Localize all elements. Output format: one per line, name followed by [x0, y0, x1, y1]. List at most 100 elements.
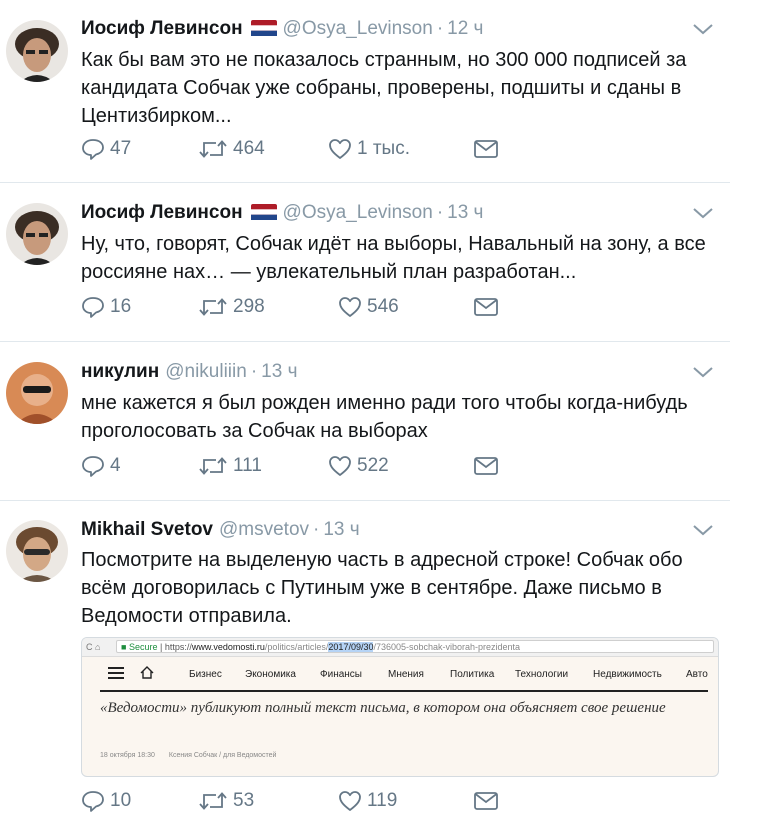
avatar[interactable]: [6, 520, 68, 582]
menu-item: Политика: [450, 669, 495, 680]
chevron-down-icon[interactable]: [692, 523, 714, 537]
article-time: 18:30: [137, 752, 155, 759]
netherlands-flag-icon: [250, 20, 277, 36]
url-field: ■ Secure | https://www.vedomosti.ru/poli…: [116, 640, 714, 653]
separator-dot: ·: [436, 202, 444, 223]
chevron-down-icon[interactable]: [692, 22, 714, 36]
retweet-icon: [199, 140, 227, 158]
avatar[interactable]: [6, 362, 68, 424]
reply-count: 47: [110, 138, 132, 159]
reply-button[interactable]: 47: [81, 134, 131, 164]
menu-item: Недвижимость: [593, 669, 662, 680]
like-count: 119: [367, 790, 398, 811]
tweet-1[interactable]: Иосиф Левинсон @Osya_Levinson · 12 ч Как бы…: [0, 0, 768, 182]
tweet-time[interactable]: 13 ч: [323, 519, 359, 540]
author-name[interactable]: Иосиф Левинсон: [81, 18, 243, 39]
tweet-time[interactable]: 12 ч: [447, 18, 483, 39]
like-button[interactable]: 546: [338, 292, 399, 322]
reply-icon: [82, 139, 104, 160]
author-name[interactable]: Mikhail Svetov: [81, 519, 213, 540]
retweet-count: 298: [233, 296, 265, 317]
retweet-button[interactable]: 111: [198, 451, 262, 481]
menu-item: Финансы: [320, 669, 362, 680]
heart-icon: [329, 456, 351, 476]
tweet-2[interactable]: Иосиф Левинсон @Osya_Levinson · 13 ч Ну, чт…: [0, 183, 768, 341]
retweet-button[interactable]: 298: [198, 292, 265, 322]
separator-dot: ·: [313, 519, 320, 540]
retweet-icon: [199, 298, 227, 316]
like-count: 1 тыс.: [357, 138, 410, 159]
tweet-3[interactable]: никулин @nikuliiin · 13 ч мне кажется я был…: [0, 342, 768, 500]
heart-icon: [329, 139, 351, 159]
envelope-icon: [474, 457, 498, 475]
url-path-start: /politics/articles/: [264, 642, 329, 652]
separator-dot: ·: [436, 18, 444, 39]
netherlands-flag-icon: [250, 204, 277, 220]
like-count: 546: [367, 296, 399, 317]
url-prefix: https://: [164, 642, 192, 652]
direct-message-button[interactable]: [473, 451, 499, 481]
tweet-text: Посмотрите на выделеную часть в адресной…: [81, 549, 683, 627]
reply-count: 4: [110, 455, 121, 476]
like-button[interactable]: 119: [338, 786, 397, 816]
retweet-button[interactable]: 53: [198, 786, 254, 816]
chevron-down-icon[interactable]: [692, 206, 714, 220]
menu-item: Технологии: [515, 669, 569, 680]
retweet-icon: [199, 792, 227, 810]
like-button[interactable]: 1 тыс.: [328, 134, 410, 164]
author-handle[interactable]: @msvetov: [219, 519, 309, 540]
envelope-icon: [474, 792, 498, 810]
tweet-time[interactable]: 13 ч: [447, 202, 483, 223]
retweet-count: 53: [233, 790, 255, 811]
attached-image[interactable]: C ⌂ ■ Secure | https://www.vedomosti.ru/…: [81, 637, 719, 777]
author-handle[interactable]: @Osya_Levinson: [283, 18, 433, 39]
tweet-actions: 10 53 119: [81, 786, 541, 816]
tweet-header: Иосиф Левинсон @Osya_Levinson · 12 ч: [81, 14, 483, 44]
reply-button[interactable]: 16: [81, 292, 131, 322]
reply-icon: [82, 791, 104, 812]
menu-rule: [100, 690, 708, 692]
tweet-text: Как бы вам это не показалось странным, н…: [81, 49, 687, 127]
url-domain: www.vedomosti.ru: [191, 642, 265, 652]
url-path-end: /736005-sobchak-viborah-prezidenta: [373, 642, 521, 652]
author-name[interactable]: никулин: [81, 361, 159, 382]
author-handle[interactable]: @Osya_Levinson: [283, 202, 433, 223]
envelope-icon: [474, 298, 498, 316]
reply-count: 16: [110, 296, 132, 317]
url-highlight: 2017/09/30: [328, 642, 374, 652]
reply-button[interactable]: 10: [81, 786, 131, 816]
heart-icon: [339, 297, 361, 317]
tweet-actions: 4 111 522: [81, 451, 541, 481]
tweet-text: Ну, что, говорят, Собчак идёт на выборы,…: [81, 233, 706, 283]
separator-dot: ·: [250, 361, 258, 382]
avatar[interactable]: [6, 20, 68, 82]
tweet-time[interactable]: 13 ч: [261, 361, 297, 382]
like-button[interactable]: 522: [328, 451, 389, 481]
reply-button[interactable]: 4: [81, 451, 121, 481]
menu-item: Мнения: [388, 669, 424, 680]
author-name[interactable]: Иосиф Левинсон: [81, 202, 243, 223]
tweet-actions: 47 464 1 тыс.: [81, 134, 541, 164]
direct-message-button[interactable]: [473, 292, 499, 322]
secure-label: Secure: [128, 642, 158, 652]
tweet-text: мне кажется я был рожден именно ради тог…: [81, 392, 688, 442]
like-count: 522: [357, 455, 389, 476]
menu-item: Бизнес: [189, 669, 222, 680]
retweet-button[interactable]: 464: [198, 134, 265, 164]
browser-nav-icons: C ⌂: [86, 642, 101, 652]
direct-message-button[interactable]: [473, 134, 499, 164]
direct-message-button[interactable]: [473, 786, 499, 816]
tweet-header: Иосиф Левинсон @Osya_Levinson · 13 ч: [81, 198, 483, 228]
reply-icon: [82, 456, 104, 477]
heart-icon: [339, 791, 361, 811]
chevron-down-icon[interactable]: [692, 365, 714, 379]
site-menu: Бизнес Экономика Финансы Мнения Политика…: [82, 657, 718, 692]
author-handle[interactable]: @nikuliiin: [165, 361, 247, 382]
tweet-actions: 16 298 546: [81, 292, 541, 322]
reply-count: 10: [110, 790, 132, 811]
reply-icon: [82, 297, 104, 318]
home-icon: [140, 666, 154, 679]
tweet-header: Mikhail Svetov @msvetov · 13 ч: [81, 515, 360, 545]
tweet-header: никулин @nikuliiin · 13 ч: [81, 357, 297, 387]
avatar[interactable]: [6, 203, 68, 265]
